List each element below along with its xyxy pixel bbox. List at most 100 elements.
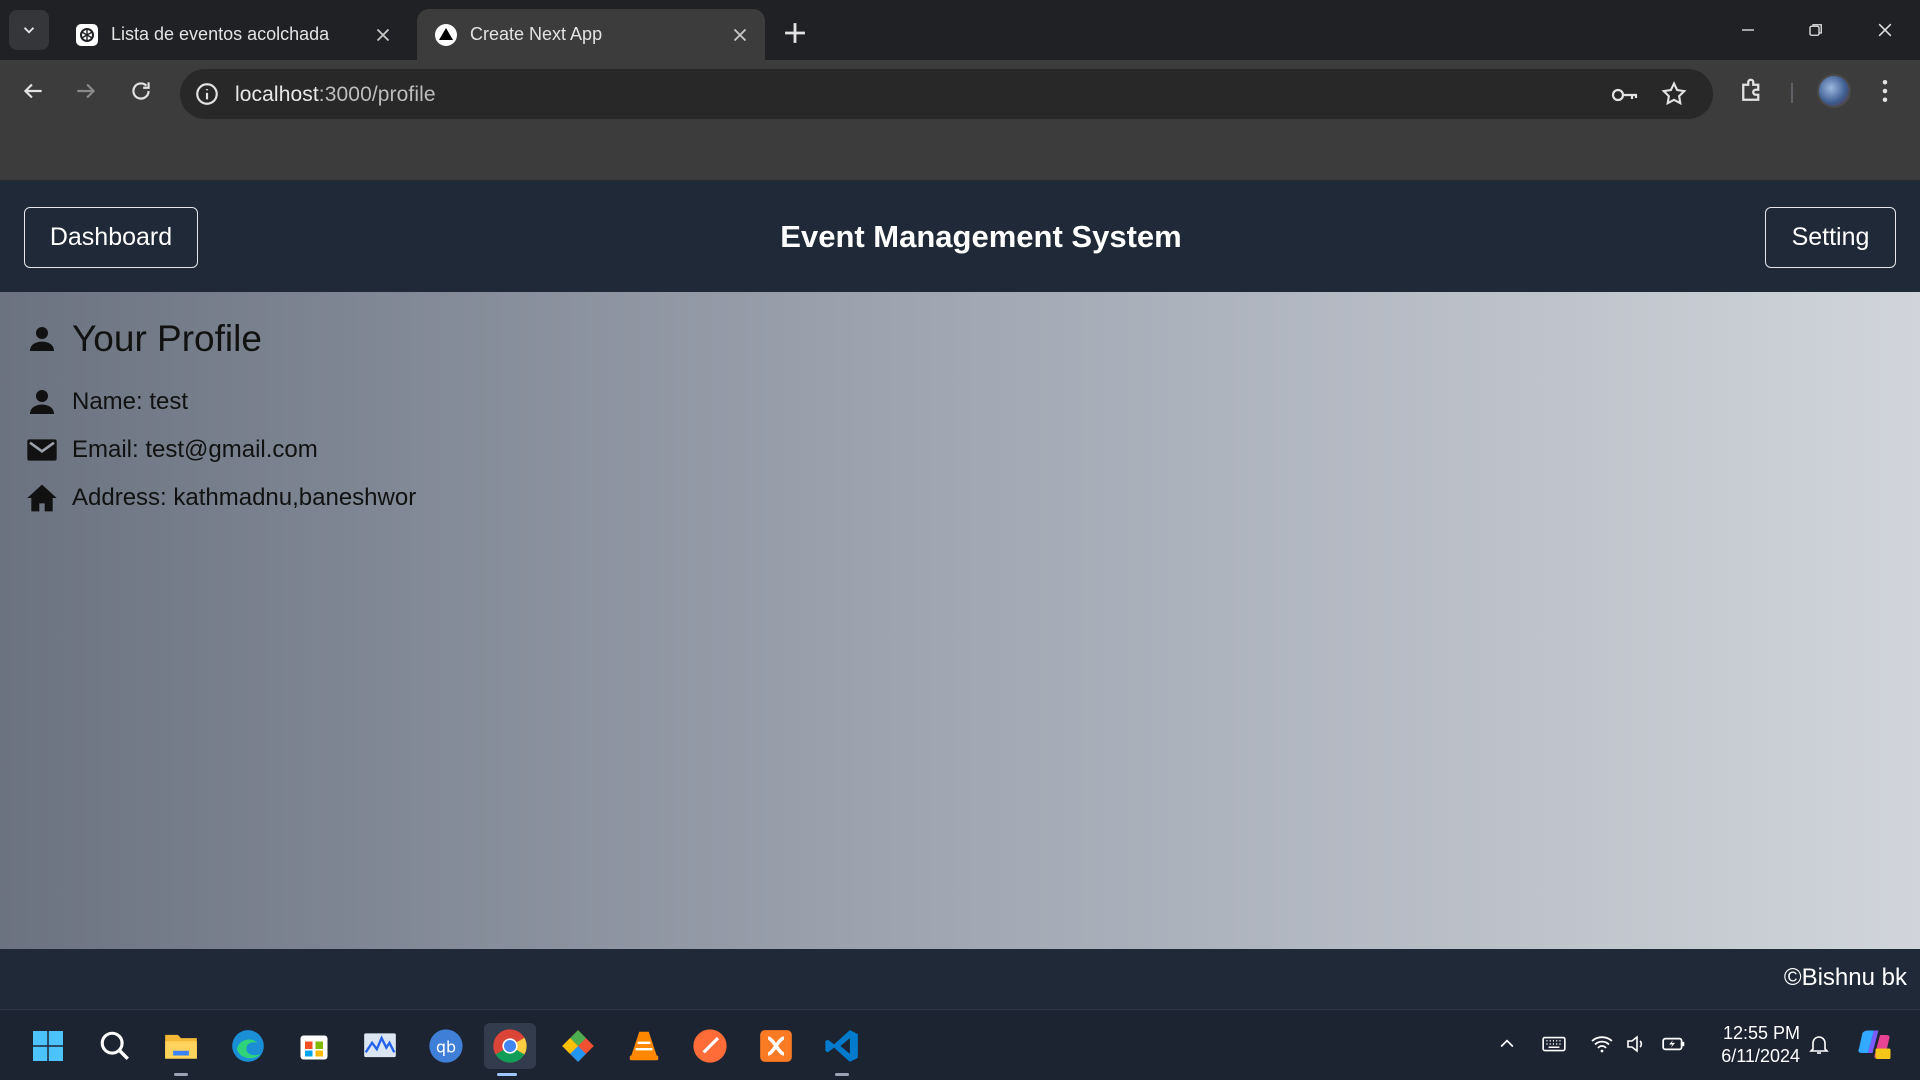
user-icon: [30, 390, 54, 414]
new-tab-plus-icon[interactable]: [778, 16, 812, 50]
tab-lista-eventos[interactable]: Lista de eventos acolchada: [58, 9, 408, 60]
back-button[interactable]: [12, 70, 54, 112]
qbittorrent-icon: qb: [429, 1029, 463, 1063]
chevron-up-icon: [1500, 1039, 1514, 1048]
user-icon: [30, 327, 54, 351]
vlc-icon: [629, 1031, 659, 1061]
store-button[interactable]: [291, 1023, 337, 1069]
bookmark-bar: [0, 122, 1920, 181]
file-explorer-icon: [165, 1034, 197, 1059]
git-button[interactable]: [555, 1023, 601, 1069]
clock-time: 12:55 PM: [1722, 1023, 1800, 1043]
monitor-app-button[interactable]: [357, 1023, 403, 1069]
taskbar-clock[interactable]: 12:55 PM 6/11/2024: [1710, 1022, 1800, 1068]
postman-button[interactable]: [687, 1023, 733, 1069]
monitor-app-icon: [364, 1033, 396, 1058]
profile-email-row: Email: test@gmail.com: [26, 434, 318, 466]
reload-icon: [132, 82, 150, 100]
running-indicator: [835, 1073, 849, 1076]
battery-tray-button[interactable]: [1660, 1030, 1688, 1058]
profile-name: Name: test: [72, 388, 189, 415]
tab-title: Lista de eventos acolchada: [111, 24, 330, 44]
toolbar-separator: [1791, 83, 1793, 103]
edge-icon: [232, 1030, 264, 1062]
speaker-icon: [1627, 1035, 1643, 1053]
volume-tray-button[interactable]: [1622, 1030, 1650, 1058]
edge-button[interactable]: [225, 1023, 271, 1069]
show-hidden-icons[interactable]: [1493, 1030, 1521, 1058]
profile-content: Your Profile Name: test Email: test@gmai…: [0, 292, 1920, 949]
password-key-icon[interactable]: [1610, 82, 1640, 108]
profile-heading: Your Profile: [26, 318, 262, 360]
file-explorer-button[interactable]: [158, 1023, 204, 1076]
wifi-tray-button[interactable]: [1588, 1030, 1616, 1058]
profile-name-row: Name: test: [26, 386, 188, 418]
forward-button[interactable]: [65, 70, 107, 112]
close-icon[interactable]: [729, 24, 751, 46]
restore-button[interactable]: [1792, 10, 1840, 50]
chrome-button[interactable]: [484, 1023, 536, 1076]
app-footer: ©Bishnu bk: [0, 949, 1920, 1009]
search-button[interactable]: [92, 1023, 138, 1069]
profile-heading-text: Your Profile: [72, 318, 262, 359]
close-icon: [1878, 23, 1892, 37]
browser-toolbar: localhost:3000/profile: [0, 60, 1920, 122]
battery-charging-icon: [1662, 1037, 1685, 1051]
wifi-icon: [1591, 1036, 1613, 1053]
clock-date: 6/11/2024: [1721, 1046, 1800, 1066]
chevron-down-icon: [23, 27, 35, 34]
extensions-puzzle-icon[interactable]: [1737, 76, 1767, 106]
start-button[interactable]: [25, 1023, 71, 1069]
tab-create-next-app[interactable]: Create Next App: [417, 9, 765, 60]
vscode-button[interactable]: [819, 1023, 865, 1076]
bookmark-star-icon[interactable]: [1660, 80, 1688, 108]
site-info-icon[interactable]: [194, 81, 220, 107]
store-icon: [300, 1035, 328, 1060]
envelope-icon: [27, 439, 57, 461]
windows-taskbar: qb 12:55 PM 6/11/2024: [0, 1009, 1920, 1080]
keyboard-icon: [1542, 1036, 1566, 1052]
svg-text:qb: qb: [436, 1037, 456, 1056]
chrome-icon: [493, 1029, 527, 1063]
tab-search-button[interactable]: [9, 10, 49, 50]
xampp-icon: [760, 1030, 792, 1062]
setting-button[interactable]: Setting: [1765, 207, 1896, 268]
url-host: localhost: [235, 83, 319, 106]
minimize-button[interactable]: [1724, 10, 1772, 50]
copyright-text: ©Bishnu bk: [1783, 964, 1907, 991]
restore-icon: [1809, 24, 1822, 36]
reload-button[interactable]: [120, 70, 162, 112]
chatgpt-icon: [76, 23, 98, 46]
url-text[interactable]: localhost:3000/profile: [235, 83, 436, 107]
running-indicator: [174, 1073, 188, 1076]
profile-address: Address: kathmadnu,baneshwor: [72, 484, 417, 511]
web-page: Dashboard Event Management System Settin…: [0, 181, 1920, 1009]
vscode-icon: [825, 1030, 858, 1062]
notifications-button[interactable]: [1805, 1030, 1833, 1058]
more-menu-icon[interactable]: [1870, 76, 1900, 106]
page-title: Event Management System: [780, 219, 1182, 254]
qbittorrent-button[interactable]: qb: [423, 1023, 469, 1069]
git-icon: [562, 1030, 594, 1062]
profile-email: Email: test@gmail.com: [72, 436, 318, 463]
search-icon: [100, 1031, 129, 1060]
running-indicator: [497, 1073, 517, 1076]
copilot-button[interactable]: [1855, 1025, 1893, 1063]
nextjs-icon: [435, 23, 457, 46]
arrow-left-icon: [23, 83, 42, 99]
address-bar[interactable]: localhost:3000/profile: [180, 69, 1713, 119]
browser-tabstrip: Lista de eventos acolchada Create Next A…: [0, 0, 1920, 60]
arrow-right-icon: [77, 83, 96, 99]
profile-avatar[interactable]: [1817, 74, 1851, 108]
home-icon: [27, 484, 57, 512]
start-icon: [33, 1031, 63, 1061]
app-header: Dashboard Event Management System Settin…: [0, 181, 1920, 292]
close-window-button[interactable]: [1861, 10, 1909, 50]
xampp-button[interactable]: [753, 1023, 799, 1069]
keyboard-tray-button[interactable]: [1540, 1030, 1568, 1058]
close-icon[interactable]: [372, 24, 394, 46]
copilot-icon: [1858, 1030, 1891, 1059]
notification-bell-icon: [1809, 1036, 1829, 1054]
tab-title: Create Next App: [470, 24, 603, 44]
vlc-button[interactable]: [621, 1023, 667, 1069]
